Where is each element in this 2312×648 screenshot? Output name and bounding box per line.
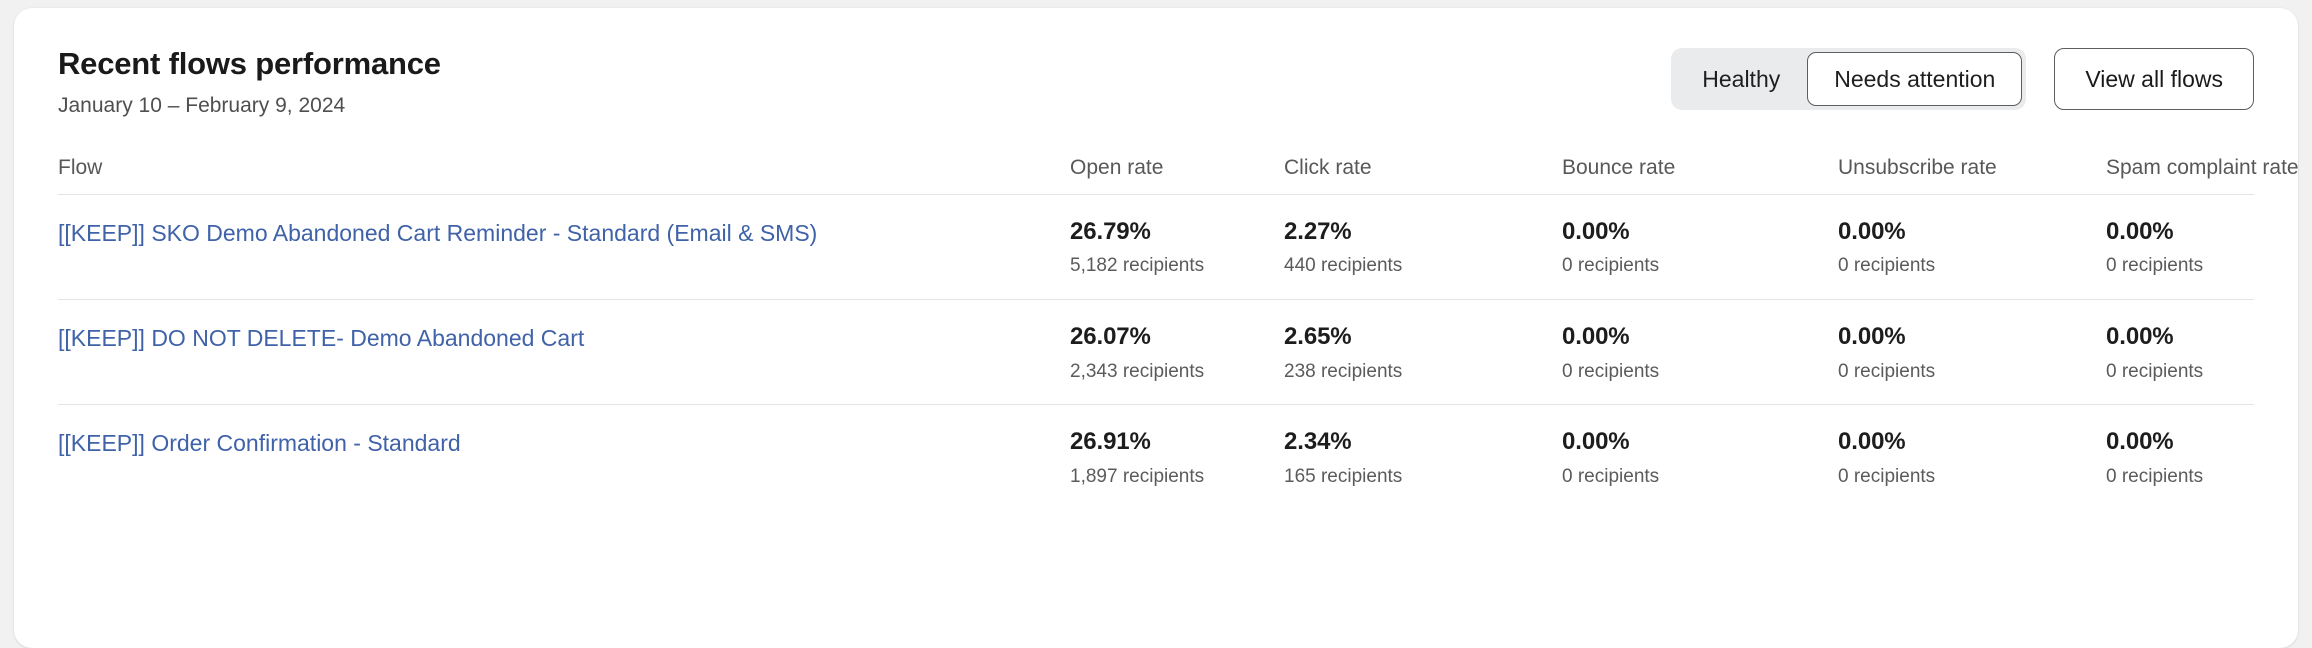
card-header: Recent flows performance January 10 – Fe…: [14, 8, 2298, 118]
metric-recipients: 0 recipients: [2106, 465, 2204, 487]
table-header-row: Flow Open rate Click rate Bounce rate Un…: [58, 155, 2298, 195]
metric-recipients: 0 recipients: [1838, 465, 1936, 487]
metric-value: 26.91%: [1070, 428, 1151, 456]
metric-recipients: 0 recipients: [1562, 465, 1660, 487]
metric-value: 0.00%: [1562, 323, 1630, 351]
recent-flows-performance-card: Recent flows performance January 10 – Fe…: [14, 8, 2298, 648]
open-rate-cell: 26.07% 2,343 recipients: [1070, 300, 1284, 405]
click-rate-cell: 2.34% 165 recipients: [1284, 405, 1562, 510]
date-range-label: January 10 – February 9, 2024: [58, 93, 346, 117]
metric-value: 2.65%: [1284, 323, 1352, 351]
card-header-text: Recent flows performance January 10 – Fe…: [58, 46, 441, 118]
metric-recipients: 0 recipients: [2106, 360, 2204, 382]
column-header-click-rate: Click rate: [1284, 155, 1372, 179]
table-row: [[KEEP]] Order Confirmation - Standard 2…: [58, 404, 2254, 510]
flow-name-cell: [[KEEP]] DO NOT DELETE- Demo Abandoned C…: [58, 300, 1070, 405]
metric-value: 26.79%: [1070, 217, 1151, 245]
bounce-rate-cell: 0.00% 0 recipients: [1562, 405, 1838, 510]
column-header-unsubscribe-rate: Unsubscribe rate: [1838, 155, 1997, 179]
table-row: [[KEEP]] DO NOT DELETE- Demo Abandoned C…: [58, 299, 2254, 405]
column-header-flow: Flow: [58, 155, 103, 179]
metric-recipients: 0 recipients: [1562, 360, 1660, 382]
spam-complaint-rate-cell: 0.00% 0 recipients: [2106, 300, 2254, 405]
page-title: Recent flows performance: [58, 46, 441, 81]
segment-needs-attention[interactable]: Needs attention: [1807, 52, 2023, 106]
metric-recipients: 238 recipients: [1284, 360, 1403, 382]
unsubscribe-rate-cell: 0.00% 0 recipients: [1838, 405, 2106, 510]
metric-value: 0.00%: [2106, 323, 2174, 351]
metric-recipients: 0 recipients: [1838, 360, 1936, 382]
metric-value: 0.00%: [1838, 428, 1906, 456]
open-rate-cell: 26.79% 5,182 recipients: [1070, 194, 1284, 299]
flow-name-cell: [[KEEP]] Order Confirmation - Standard: [58, 405, 1070, 510]
click-rate-cell: 2.65% 238 recipients: [1284, 300, 1562, 405]
metric-recipients: 2,343 recipients: [1070, 360, 1205, 382]
metric-value: 0.00%: [1562, 428, 1630, 456]
flow-name-cell: [[KEEP]] SKO Demo Abandoned Cart Reminde…: [58, 194, 1070, 299]
metric-recipients: 0 recipients: [1838, 255, 1936, 277]
column-header-open-rate: Open rate: [1070, 155, 1164, 179]
header-actions: Healthy Needs attention View all flows: [1671, 46, 2254, 110]
flow-link[interactable]: [[KEEP]] DO NOT DELETE- Demo Abandoned C…: [58, 324, 608, 353]
flow-link[interactable]: [[KEEP]] Order Confirmation - Standard: [58, 429, 485, 458]
metric-value: 2.34%: [1284, 428, 1352, 456]
health-filter-segmented-control[interactable]: Healthy Needs attention: [1671, 48, 2027, 110]
metric-value: 0.00%: [1562, 217, 1630, 245]
spam-complaint-rate-cell: 0.00% 0 recipients: [2106, 194, 2254, 299]
open-rate-cell: 26.91% 1,897 recipients: [1070, 405, 1284, 510]
segment-healthy[interactable]: Healthy: [1675, 52, 1807, 106]
column-header-spam-complaint-rate: Spam complaint rate: [2106, 155, 2298, 179]
spam-complaint-rate-cell: 0.00% 0 recipients: [2106, 405, 2254, 510]
bounce-rate-cell: 0.00% 0 recipients: [1562, 194, 1838, 299]
bounce-rate-cell: 0.00% 0 recipients: [1562, 300, 1838, 405]
metric-recipients: 5,182 recipients: [1070, 255, 1205, 277]
view-all-flows-button[interactable]: View all flows: [2054, 48, 2254, 110]
metric-recipients: 0 recipients: [2106, 255, 2204, 277]
metric-value: 26.07%: [1070, 323, 1151, 351]
click-rate-cell: 2.27% 440 recipients: [1284, 194, 1562, 299]
metric-recipients: 165 recipients: [1284, 465, 1403, 487]
flows-table-container: Flow Open rate Click rate Bounce rate Un…: [14, 156, 2298, 510]
metric-value: 0.00%: [1838, 323, 1906, 351]
metric-recipients: 1,897 recipients: [1070, 465, 1205, 487]
metric-value: 0.00%: [1838, 217, 1906, 245]
flow-link[interactable]: [[KEEP]] SKO Demo Abandoned Cart Reminde…: [58, 219, 841, 248]
metric-value: 0.00%: [2106, 428, 2174, 456]
metric-recipients: 440 recipients: [1284, 255, 1403, 277]
unsubscribe-rate-cell: 0.00% 0 recipients: [1838, 194, 2106, 299]
table-row: [[KEEP]] SKO Demo Abandoned Cart Reminde…: [58, 194, 2254, 299]
metric-value: 2.27%: [1284, 217, 1352, 245]
flows-table-body: [[KEEP]] SKO Demo Abandoned Cart Reminde…: [58, 194, 2254, 509]
column-header-bounce-rate: Bounce rate: [1562, 155, 1676, 179]
flows-table: Flow Open rate Click rate Bounce rate Un…: [58, 155, 2298, 510]
metric-value: 0.00%: [2106, 217, 2174, 245]
unsubscribe-rate-cell: 0.00% 0 recipients: [1838, 300, 2106, 405]
metric-recipients: 0 recipients: [1562, 255, 1660, 277]
